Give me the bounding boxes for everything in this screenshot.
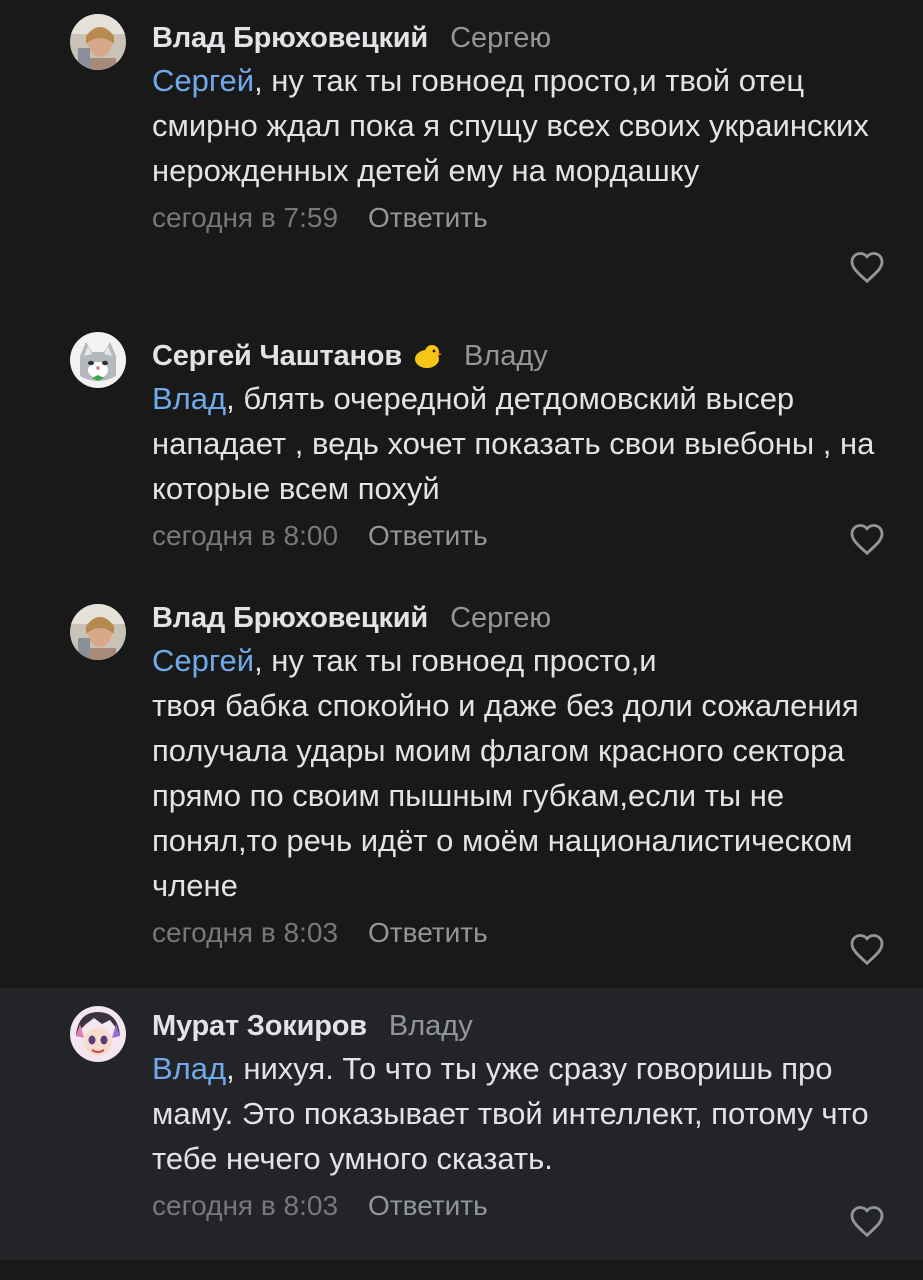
comment-item: Влад Брюховецкий Сергею Сергей, ну так т…	[0, 0, 923, 318]
duck-emoji	[412, 343, 442, 369]
heart-icon[interactable]	[849, 250, 885, 284]
comment-text: Сергей, ну так ты говноед просто,и твоя …	[152, 638, 923, 908]
avatar[interactable]	[70, 14, 126, 70]
comment-body: , блять очередной детдомовский высер нап…	[152, 381, 883, 506]
reply-button[interactable]: Ответить	[368, 202, 488, 234]
heart-icon[interactable]	[849, 1204, 885, 1238]
comment-author[interactable]: Влад Брюховецкий	[152, 602, 428, 635]
reply-button[interactable]: Ответить	[368, 1190, 488, 1222]
reply-button[interactable]: Ответить	[368, 917, 488, 949]
comment-author[interactable]: Влад Брюховецкий	[152, 22, 428, 55]
comment-timestamp: сегодня в 8:00	[152, 520, 339, 551]
reply-button[interactable]: Ответить	[368, 520, 488, 552]
avatar[interactable]	[70, 332, 126, 388]
comment-text: Влад, блять очередной детдомовский высер…	[152, 376, 923, 511]
avatar[interactable]	[70, 604, 126, 660]
comment-timestamp: сегодня в 8:03	[152, 917, 339, 948]
comment-author[interactable]: Мурат Зокиров	[152, 1010, 367, 1043]
comment-timestamp: сегодня в 8:03	[152, 1190, 339, 1221]
bottom-divider	[0, 1268, 923, 1280]
heart-icon[interactable]	[849, 522, 885, 556]
reply-to-label[interactable]: Сергею	[450, 22, 551, 55]
reply-to-label[interactable]: Владу	[464, 340, 548, 373]
comment-text: Влад, нихуя. То что ты уже сразу говориш…	[152, 1046, 923, 1181]
comment-item-highlighted: Мурат Зокиров Владу Влад, нихуя. То что …	[0, 988, 923, 1260]
comment-text: Сергей, ну так ты говноед просто,и твой …	[152, 58, 923, 193]
mention-link[interactable]: Сергей	[152, 643, 254, 678]
comment-body: , ну так ты говноед просто,и твой отец с…	[152, 63, 878, 188]
mention-link[interactable]: Влад	[152, 381, 226, 416]
heart-icon[interactable]	[849, 932, 885, 966]
comment-body: , нихуя. То что ты уже сразу говоришь пр…	[152, 1051, 878, 1176]
avatar[interactable]	[70, 1006, 126, 1062]
reply-to-label[interactable]: Сергею	[450, 602, 551, 635]
comment-item: Влад Брюховецкий Сергею Сергей, ну так т…	[0, 590, 923, 988]
mention-link[interactable]: Влад	[152, 1051, 226, 1086]
mention-link[interactable]: Сергей	[152, 63, 254, 98]
comment-author[interactable]: Сергей Чаштанов	[152, 340, 402, 373]
comment-timestamp: сегодня в 7:59	[152, 202, 339, 233]
reply-to-label[interactable]: Владу	[389, 1010, 473, 1043]
comment-item: Сергей Чаштанов Владу Влад, блять очеред…	[0, 318, 923, 590]
comment-body: , ну так ты говноед просто,и твоя бабка …	[152, 643, 859, 903]
